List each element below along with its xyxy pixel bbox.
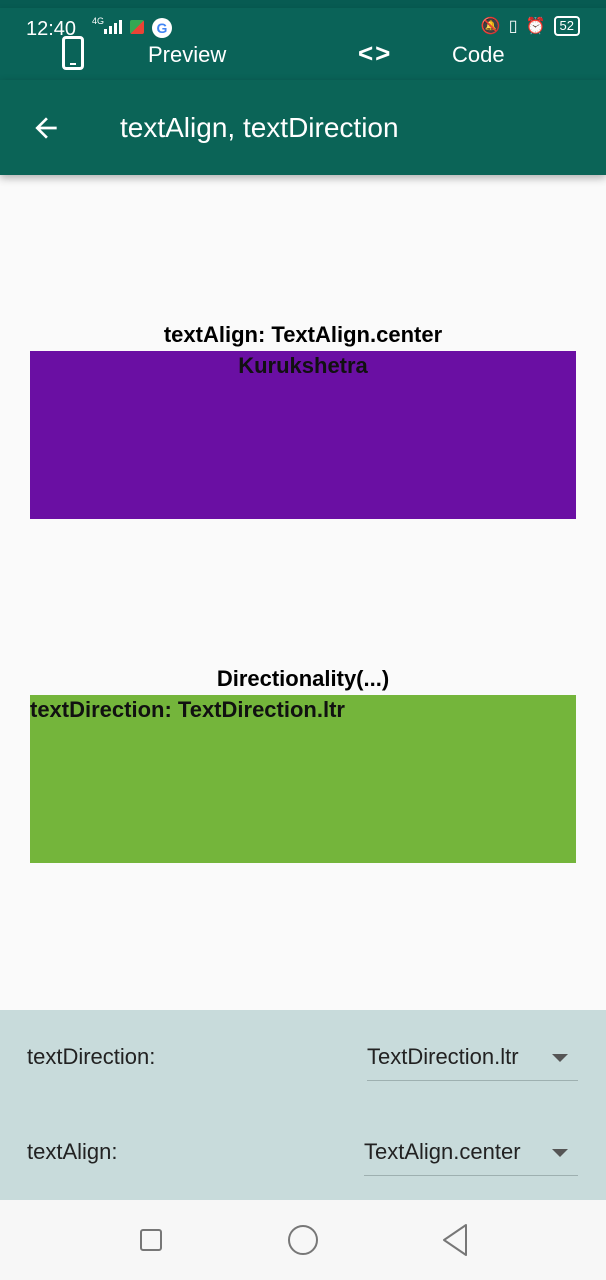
status-right-icons: 🔕 ▯ ⏰ 52	[481, 16, 580, 36]
google-icon: G	[152, 18, 172, 38]
vibrate-icon: ▯	[508, 18, 518, 35]
back-arrow-icon[interactable]	[30, 112, 62, 144]
home-icon[interactable]	[288, 1225, 318, 1255]
code-icon[interactable]: <>	[358, 38, 392, 69]
text-align-label: textAlign:	[27, 1139, 118, 1164]
system-nav-bar	[0, 1200, 606, 1280]
text-align-value: TextAlign.center	[364, 1139, 521, 1164]
text-direction-value: TextDirection.ltr	[367, 1044, 519, 1069]
demo2-box-text: textDirection: TextDirection.ltr	[30, 697, 345, 722]
demo1-label: textAlign: TextAlign.center	[163, 322, 443, 347]
signal-icon	[104, 20, 122, 34]
mute-icon: 🔕	[480, 18, 501, 35]
battery-icon: 52	[553, 16, 580, 36]
text-direction-label: textDirection:	[27, 1044, 156, 1069]
app-notification-icon	[130, 20, 144, 34]
text-align-dropdown[interactable]: TextAlign.center	[364, 1135, 578, 1176]
tab-code[interactable]: Code	[452, 42, 505, 68]
app-bar: textAlign, textDirection	[0, 80, 606, 175]
tab-preview[interactable]: Preview	[148, 42, 226, 68]
phone-icon[interactable]	[62, 36, 84, 70]
dropdown-arrow-icon	[552, 1054, 568, 1062]
page-title: textAlign, textDirection	[120, 112, 399, 143]
nav-back-icon[interactable]	[440, 1222, 470, 1258]
recents-icon[interactable]	[140, 1229, 162, 1251]
alarm-icon: ⏰	[525, 18, 546, 35]
demo2-label: Directionality(...)	[216, 666, 390, 691]
text-direction-dropdown[interactable]: TextDirection.ltr	[367, 1040, 578, 1081]
demo1-box-text: Kurukshetra	[238, 353, 368, 378]
dropdown-arrow-icon	[552, 1149, 568, 1157]
network-type: 4G	[92, 16, 105, 26]
status-time: 12:40	[26, 18, 77, 40]
controls-panel: textDirection: TextDirection.ltr textAli…	[0, 1010, 606, 1200]
demo2-box: textDirection: TextDirection.ltr	[30, 695, 576, 863]
demo1-box: Kurukshetra	[30, 351, 576, 519]
